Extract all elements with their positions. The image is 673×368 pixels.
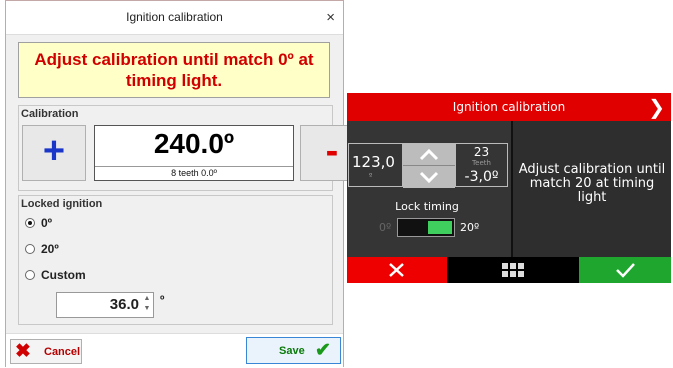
dialog-footer: ✖ Cancel Save ✔	[6, 333, 343, 368]
calibration-value: 240.0º	[153, 128, 235, 159]
screen-value-unit: º	[369, 172, 373, 180]
calibration-display: 240.0º 8 teeth 0.0º	[94, 125, 294, 181]
radio-checked-icon[interactable]	[25, 218, 35, 228]
close-icon: ✖	[15, 341, 31, 362]
toggle-on-indicator	[428, 221, 452, 234]
save-button-label: Save	[279, 345, 305, 357]
calibration-group-label: Calibration	[21, 108, 79, 120]
screen-menu-button[interactable]	[447, 257, 579, 283]
screen-message: Adjust calibration until match 20 at tim…	[518, 162, 666, 205]
lock-timing-label: Lock timing	[395, 200, 459, 213]
lock-timing-toggle[interactable]	[397, 218, 455, 237]
toggle-low-label: 0º	[379, 221, 392, 234]
ignition-calibration-dialog: Ignition calibration × Adjust calibratio…	[5, 0, 364, 368]
chevron-up-icon	[419, 148, 439, 161]
instruction-banner: Adjust calibration until match 0º at tim…	[18, 42, 330, 98]
calibration-teeth-value: 8 teeth 0.0º	[95, 166, 293, 180]
close-icon[interactable]: ×	[326, 1, 335, 34]
radio-option-20[interactable]: 20º	[25, 242, 59, 256]
radio-unchecked-icon[interactable]	[25, 270, 35, 280]
step-up-button[interactable]	[403, 143, 455, 165]
teeth-label: Teeth	[472, 159, 491, 167]
chevron-down-icon	[419, 171, 439, 184]
screen-confirm-button[interactable]	[579, 257, 671, 283]
dialog-titlebar: Ignition calibration ×	[6, 1, 343, 35]
custom-angle-unit: º	[160, 293, 165, 307]
dialog-title: Ignition calibration	[126, 10, 223, 24]
screen-value-box: 123,0 º	[348, 143, 403, 187]
screen-cancel-button[interactable]	[347, 257, 447, 283]
save-button[interactable]: Save ✔	[246, 337, 341, 364]
cancel-button-label: Cancel	[44, 346, 81, 358]
screen-divider	[511, 121, 513, 257]
screen-controls-panel: 123,0 º 23 Teeth -3,0º Lock timing 0º 20…	[347, 121, 511, 257]
locked-ignition-group: Locked ignition 0º 20º Custom 36.0 ▲ ▼ º	[18, 195, 333, 325]
screen-value: 123,0	[352, 153, 395, 171]
radio-option-20-label: 20º	[41, 242, 59, 256]
teeth-box: 23 Teeth -3,0º	[455, 143, 508, 187]
radio-option-custom-label: Custom	[41, 268, 86, 282]
radio-option-0[interactable]: 0º	[25, 216, 52, 230]
check-icon: ✔	[315, 340, 331, 361]
screen-title: Ignition calibration	[452, 100, 566, 114]
device-screen: Ignition calibration ❯ 123,0 º 23 Teeth …	[347, 93, 671, 283]
radio-unchecked-icon[interactable]	[25, 244, 35, 254]
custom-angle-input[interactable]: 36.0 ▲ ▼	[56, 292, 154, 318]
calibration-group: Calibration + 240.0º 8 teeth 0.0º -	[18, 105, 364, 191]
cancel-button[interactable]: ✖ Cancel	[10, 339, 82, 364]
screen-footer	[347, 257, 671, 283]
close-icon	[389, 263, 404, 277]
spinner-arrows-icon[interactable]: ▲ ▼	[142, 294, 152, 316]
teeth-count: 23	[473, 145, 490, 159]
screen-header: Ignition calibration ❯	[347, 93, 671, 121]
step-down-button[interactable]	[403, 165, 455, 188]
radio-option-0-label: 0º	[41, 216, 53, 230]
locked-ignition-group-label: Locked ignition	[21, 198, 103, 210]
chevron-right-icon[interactable]: ❯	[648, 93, 665, 121]
check-icon	[616, 263, 635, 278]
toggle-high-label: 20º	[460, 221, 480, 234]
radio-option-custom[interactable]: Custom	[25, 268, 86, 282]
teeth-offset: -3,0º	[464, 169, 499, 185]
increase-button[interactable]: +	[22, 125, 86, 181]
grid-icon	[502, 263, 524, 277]
custom-angle-value: 36.0	[109, 296, 139, 313]
